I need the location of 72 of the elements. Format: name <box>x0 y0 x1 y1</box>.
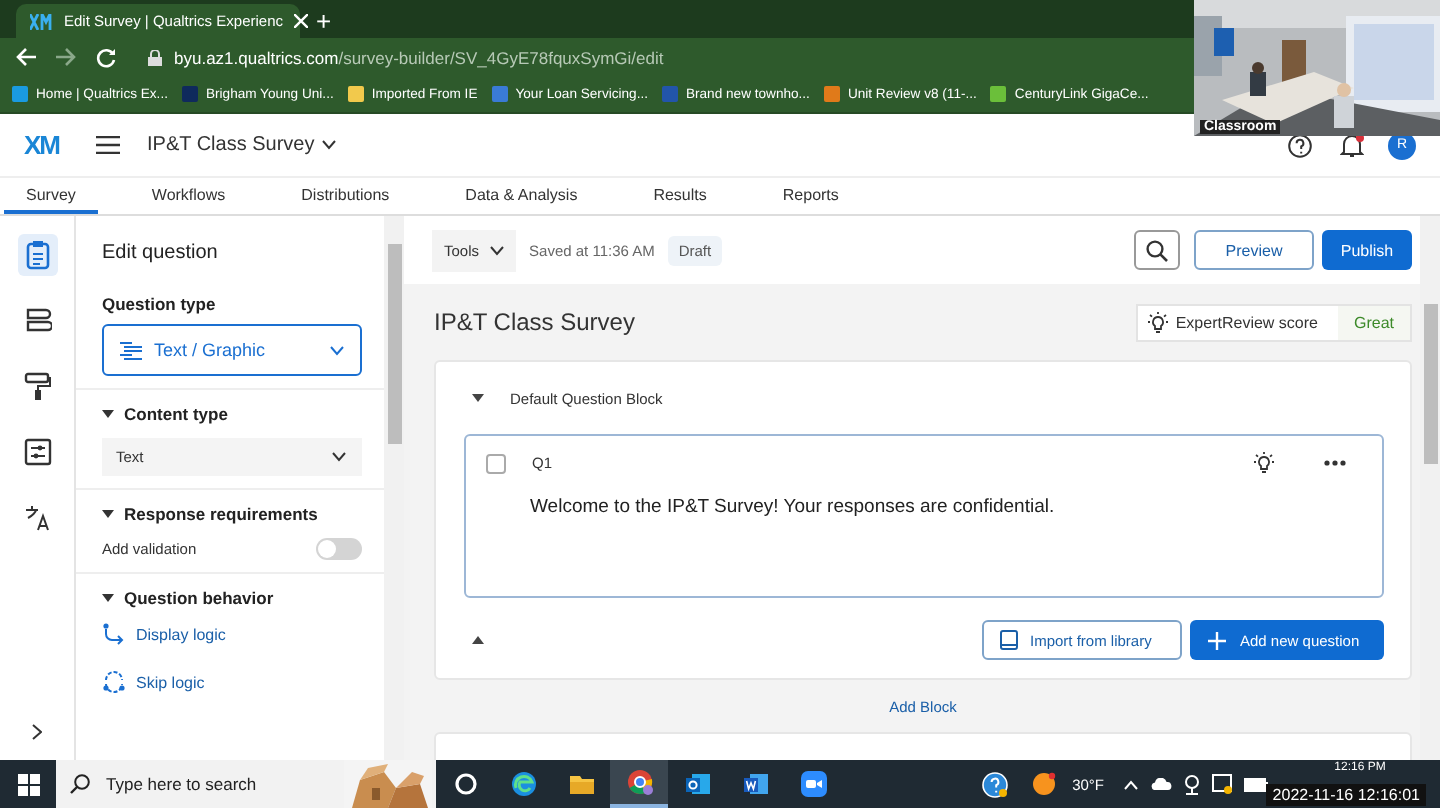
search-icon <box>70 774 90 794</box>
caret-icon[interactable] <box>102 594 114 602</box>
panel-title: Edit question <box>102 242 220 264</box>
taskbar-search-field[interactable]: Type here to search <box>56 760 436 808</box>
nav-tab[interactable]: Data & Analysis <box>443 178 600 214</box>
checkbox[interactable] <box>486 453 506 473</box>
text-lines-icon <box>120 341 142 359</box>
menu-icon[interactable] <box>95 136 119 154</box>
forward-icon[interactable] <box>56 48 76 66</box>
back-icon[interactable] <box>16 48 36 66</box>
plus-icon <box>1208 631 1226 649</box>
question-text: Welcome to the IP&T Survey! Your responses are confidential. <box>530 496 1057 518</box>
loop-arrows-icon <box>102 670 126 694</box>
caret-icon[interactable] <box>472 394 484 402</box>
section-title: Response requirements <box>124 504 318 524</box>
field-label: Question type <box>102 294 218 314</box>
lightbulb-icon[interactable] <box>1254 452 1274 474</box>
new-tab-button[interactable]: + <box>316 4 332 38</box>
survey-name-dropdown[interactable]: IP&T Class Survey <box>147 134 337 156</box>
lightbulb-icon <box>1147 311 1168 333</box>
question-type-dropdown[interactable]: Text / Graphic <box>102 324 362 376</box>
mail-app-icon <box>683 770 711 798</box>
xm-logo: XM <box>24 130 59 160</box>
cloud-icon[interactable] <box>1150 778 1172 790</box>
survey-title: IP&T Class Survey <box>434 308 635 336</box>
timestamp-overlay: 2022-11-16 12:16:01 <box>1266 784 1426 806</box>
chevron-icon <box>330 345 344 355</box>
more-icon[interactable] <box>1324 460 1346 466</box>
clipboard-icon[interactable] <box>17 234 57 276</box>
nav-tab[interactable]: Results <box>631 178 729 214</box>
close-icon[interactable] <box>293 14 307 28</box>
section-title: Question behavior <box>124 588 274 608</box>
chevron-icon <box>489 245 504 255</box>
taskbar-app[interactable] <box>610 760 668 808</box>
chevron-icon <box>322 140 337 150</box>
network-icon[interactable] <box>1184 773 1200 795</box>
circle-icon <box>451 770 479 798</box>
search-button[interactable] <box>1134 230 1180 270</box>
windows-icon[interactable] <box>18 773 40 795</box>
video-app-icon <box>799 770 827 798</box>
monitor-icon[interactable] <box>1212 774 1232 794</box>
preview-button[interactable]: Preview <box>1194 230 1314 270</box>
document-app-icon <box>741 770 769 798</box>
help-icon[interactable] <box>1288 133 1312 157</box>
lock-icon <box>148 49 162 65</box>
folder-icon <box>567 770 595 798</box>
chevron-up-icon[interactable] <box>1124 779 1138 789</box>
nav-tab[interactable]: Workflows <box>129 178 248 214</box>
sun-icon[interactable] <box>1032 772 1057 796</box>
logic-link[interactable]: Skip logic <box>136 673 205 691</box>
logic-link[interactable]: Display logic <box>136 625 226 643</box>
xm-logo-icon <box>30 13 54 29</box>
caret-icon[interactable] <box>102 410 114 418</box>
nav-tab[interactable]: Reports <box>760 178 861 214</box>
expand-icon[interactable] <box>32 724 42 740</box>
nav-tab[interactable]: Distributions <box>279 178 412 214</box>
chrome-icon <box>625 768 653 796</box>
toggle-switch[interactable] <box>316 538 362 560</box>
reload-icon[interactable] <box>96 47 116 67</box>
branch-arrow-icon <box>102 622 126 646</box>
section-title: Content type <box>124 404 228 424</box>
scrollbar[interactable] <box>1420 216 1440 760</box>
publish-button[interactable]: Publish <box>1322 230 1412 270</box>
caret-icon[interactable] <box>102 510 114 518</box>
collapse-icon[interactable] <box>472 636 484 644</box>
chevron-icon <box>332 452 346 462</box>
book-icon <box>1000 630 1018 650</box>
battery-icon[interactable] <box>1244 777 1268 791</box>
expert-review-score[interactable]: ExpertReview score Great <box>1135 303 1412 341</box>
bell-icon[interactable] <box>1340 133 1364 157</box>
search-icon <box>1146 239 1168 261</box>
edge-icon <box>509 770 537 798</box>
